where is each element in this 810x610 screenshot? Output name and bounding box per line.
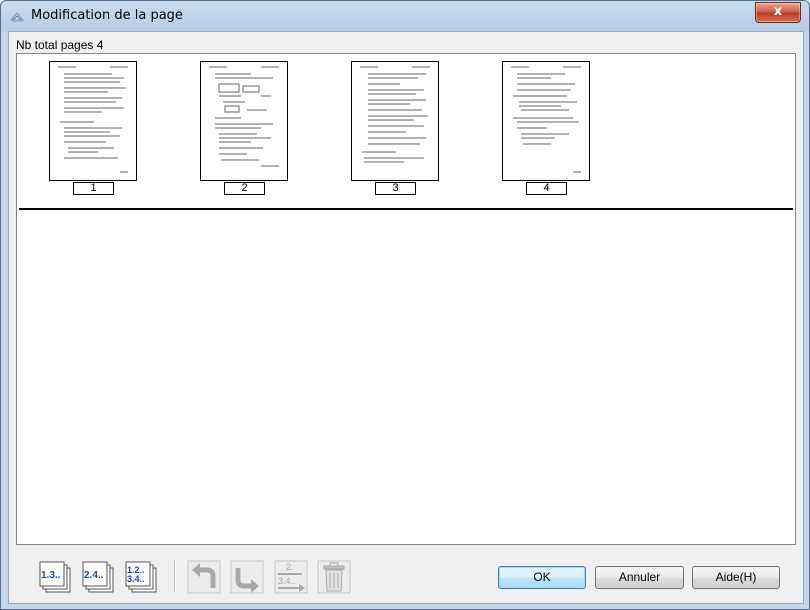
trash-icon: [317, 560, 351, 594]
ok-button[interactable]: OK: [498, 566, 586, 589]
dialog-window: Modification de la page x Nb total pages…: [0, 0, 810, 610]
page-thumbnail-1[interactable]: [49, 61, 137, 181]
rotate-right-button[interactable]: [230, 560, 264, 594]
odd-pages-icon-text: 1.3..: [41, 570, 61, 581]
page-preview-4: [511, 66, 581, 173]
odd-pages-icon: 1.3..: [39, 561, 71, 593]
select-all-pages-button[interactable]: 1.2.. 3.4..: [124, 560, 158, 594]
close-button[interactable]: x: [755, 2, 801, 23]
window-title: Modification de la page: [31, 8, 183, 23]
dialog-client-area: Nb total pages 4 1 2 3 4 1.3.. 2.4.. 1.2…: [8, 31, 804, 604]
even-pages-icon: 2.4..: [82, 561, 114, 593]
page-preview-2: [209, 66, 279, 167]
title-bar[interactable]: Modification de la page x: [1, 1, 809, 31]
reorder-pages-icon: 2. 3.4..: [274, 560, 308, 594]
page-preview-1: [58, 66, 128, 173]
page-number-box-3[interactable]: 3: [375, 182, 416, 195]
reorder-icon-text-2: 3.4..: [278, 576, 296, 586]
panel-divider: [19, 208, 793, 210]
close-icon: x: [773, 4, 783, 19]
select-odd-pages-button[interactable]: 1.3..: [38, 560, 72, 594]
page-thumbnail-panel[interactable]: 1 2 3 4: [16, 53, 796, 545]
page-thumbnail-3[interactable]: [351, 61, 439, 181]
app-icon: [9, 12, 25, 22]
select-even-pages-button[interactable]: 2.4..: [81, 560, 115, 594]
rotate-left-button[interactable]: [187, 560, 221, 594]
rotate-right-icon: [230, 560, 264, 594]
reorder-icon-text-1: 2.: [286, 562, 294, 572]
reorder-pages-button[interactable]: 2. 3.4..: [274, 560, 308, 594]
page-number-box-2[interactable]: 2: [224, 182, 265, 195]
page-thumbnail-2[interactable]: [200, 61, 288, 181]
even-pages-icon-text: 2.4..: [84, 570, 104, 581]
toolbar-separator: [174, 560, 176, 592]
page-preview-3: [360, 66, 430, 163]
delete-page-button[interactable]: [317, 560, 351, 594]
cancel-button[interactable]: Annuler: [595, 566, 684, 589]
page-count-label: Nb total pages 4: [16, 38, 104, 52]
help-button[interactable]: Aide(H): [692, 566, 780, 589]
page-thumbnail-4[interactable]: [502, 61, 590, 181]
all-pages-icon: 1.2.. 3.4..: [125, 561, 157, 593]
rotate-left-icon: [187, 560, 221, 594]
page-number-box-1[interactable]: 1: [73, 182, 114, 195]
all-pages-icon-text-2: 3.4..: [127, 574, 145, 584]
page-number-box-4[interactable]: 4: [526, 182, 567, 195]
